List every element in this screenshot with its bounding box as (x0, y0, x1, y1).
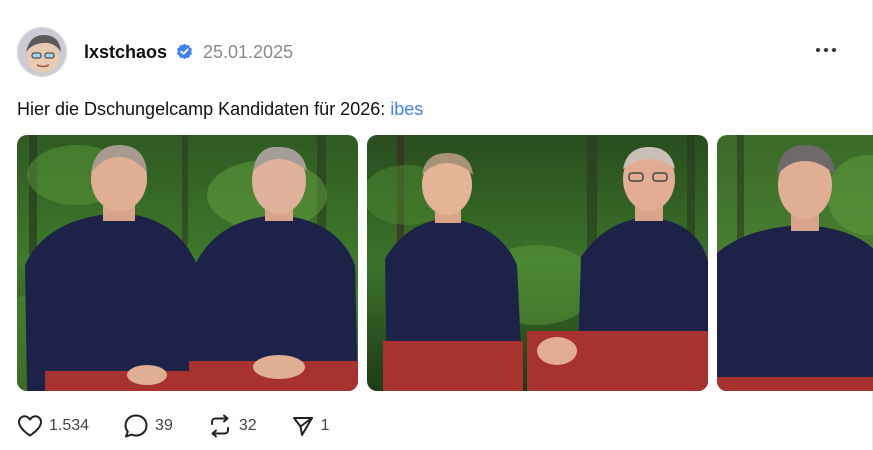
photo-carousel[interactable] (17, 135, 873, 391)
post-image-3[interactable] (717, 135, 873, 391)
post-image-2[interactable] (367, 135, 708, 391)
repost-button[interactable]: 32 (207, 413, 257, 439)
share-button[interactable]: 1 (291, 414, 330, 438)
post-actions: 1.534 39 32 1 (17, 412, 364, 440)
like-button[interactable]: 1.534 (17, 414, 89, 438)
post-image-1[interactable] (17, 135, 358, 391)
repost-icon (207, 413, 233, 439)
send-icon (291, 414, 315, 438)
verified-badge-icon (176, 43, 193, 60)
like-count: 1.534 (49, 417, 90, 434)
reply-count: 39 (155, 417, 173, 434)
comment-bubble-icon (123, 413, 149, 439)
post-body: Hier die Dschungelcamp Kandidaten für 20… (17, 99, 391, 119)
post-text: Hier die Dschungelcamp Kandidaten für 20… (17, 99, 423, 120)
heart-icon (17, 414, 43, 438)
reply-button[interactable]: 39 (123, 413, 173, 439)
repost-count: 32 (238, 417, 257, 434)
post-link[interactable]: ibes (390, 99, 423, 119)
avatar[interactable] (17, 27, 67, 77)
more-options-icon[interactable] (814, 38, 838, 62)
post-card: lxstchaos 25.01.2025 Hier die Dschungelc… (0, 0, 873, 450)
post-timestamp: 25.01.2025 (203, 42, 294, 62)
username[interactable]: lxstchaos (84, 42, 167, 63)
share-count: 1 (320, 417, 330, 434)
